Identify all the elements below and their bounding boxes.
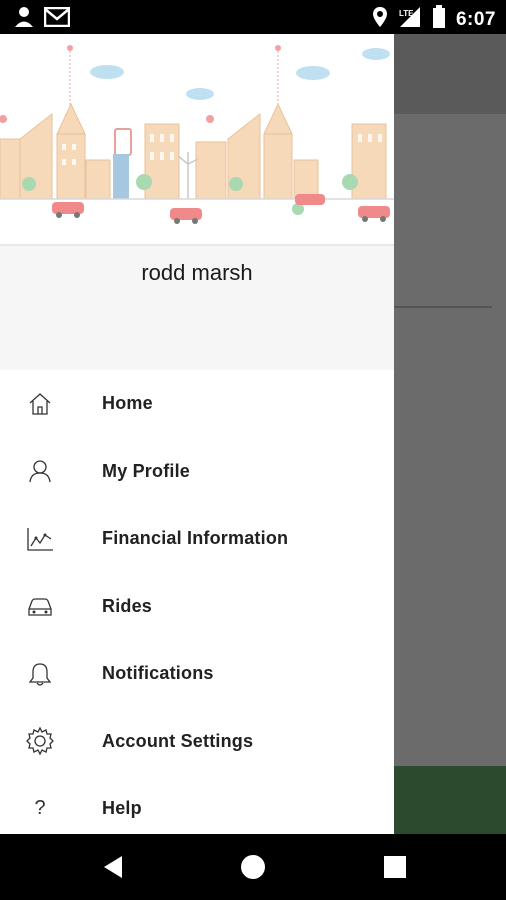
navigation-drawer: rodd marsh Home My Profile Financial Inf… <box>0 34 394 834</box>
profile-icon <box>24 455 56 487</box>
menu-item-label: Notifications <box>102 663 214 684</box>
menu-item-notifications[interactable]: Notifications <box>0 640 394 708</box>
background-app-scrim[interactable] <box>394 34 506 834</box>
menu-item-help[interactable]: ? Help <box>0 775 394 834</box>
menu-item-label: Rides <box>102 595 153 616</box>
home-circle-icon <box>241 855 265 879</box>
home-icon <box>24 388 56 420</box>
network-type: LTE <box>399 9 414 18</box>
car-icon <box>24 590 56 622</box>
system-nav-bar <box>0 834 506 900</box>
question-icon: ? <box>34 797 46 820</box>
gear-icon <box>24 725 56 757</box>
signal-icon: LTE <box>398 6 422 33</box>
city-illustration <box>0 34 394 246</box>
background-toolbar <box>394 34 506 114</box>
person-icon <box>14 6 34 33</box>
user-name: rodd marsh <box>141 260 253 285</box>
menu-item-label: Account Settings <box>102 730 254 751</box>
mail-icon <box>43 6 71 32</box>
status-bar: LTE 6:07 <box>0 0 506 34</box>
drawer-menu: Home My Profile Financial Information Ri… <box>0 370 394 834</box>
menu-item-financial-information[interactable]: Financial Information <box>0 505 394 573</box>
recents-button[interactable] <box>382 854 408 880</box>
menu-item-home[interactable]: Home <box>0 370 394 438</box>
menu-item-label: Help <box>102 798 142 819</box>
clock: 6:07 <box>455 8 496 30</box>
background-green-bar <box>394 766 506 834</box>
back-button[interactable] <box>100 854 126 880</box>
background-divider <box>394 306 492 308</box>
menu-item-my-profile[interactable]: My Profile <box>0 438 394 506</box>
battery-icon <box>432 5 446 34</box>
location-icon <box>372 6 388 33</box>
back-icon <box>104 856 122 878</box>
menu-item-account-settings[interactable]: Account Settings <box>0 708 394 776</box>
recents-icon <box>384 856 406 878</box>
menu-item-rides[interactable]: Rides <box>0 573 394 641</box>
drawer-header: rodd marsh <box>0 34 394 370</box>
menu-item-label: My Profile <box>102 460 191 481</box>
menu-item-label: Home <box>102 393 153 414</box>
menu-item-label: Financial Information <box>102 528 289 549</box>
home-button[interactable] <box>240 854 266 880</box>
bell-icon <box>24 658 56 690</box>
chart-icon <box>24 523 56 555</box>
